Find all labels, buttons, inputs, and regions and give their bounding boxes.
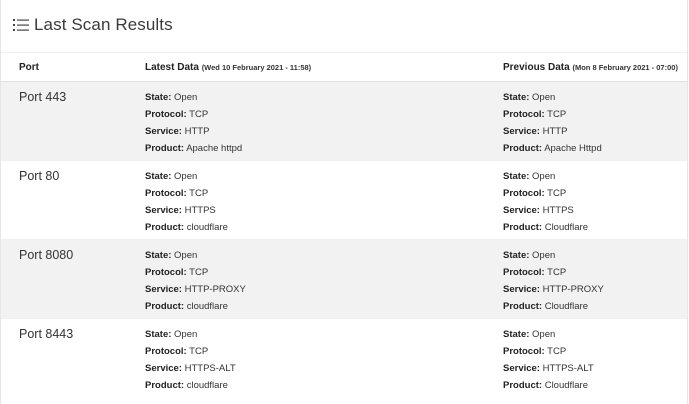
protocol-line: Protocol: TCP	[145, 267, 209, 278]
latest-data-cell: State: Open Protocol: TCP Service: HTTPS…	[132, 160, 491, 240]
latest-date: (Wed 10 February 2021 - 11:58)	[201, 62, 312, 72]
protocol-line: Protocol: TCP	[145, 109, 209, 120]
port-cell: Port 8080	[1, 239, 132, 319]
product-line: Product: Cloudflare	[503, 301, 589, 312]
service-line: Service: HTTP	[145, 126, 210, 137]
page-title: Last Scan Results	[34, 15, 173, 34]
table-row: Port 443 State: Open Protocol: TCP Servi…	[1, 81, 687, 161]
product-line: Product: cloudflare	[145, 222, 228, 233]
product-line: Product: Cloudflare	[503, 222, 589, 233]
table-row: Port 80 State: Open Protocol: TCP Servic…	[1, 160, 687, 240]
service-line: Service: HTTPS-ALT	[145, 363, 236, 374]
latest-data-cell: State: Open Protocol: TCP Service: HTTP …	[132, 81, 491, 161]
product-line: Product: cloudflare	[145, 301, 228, 312]
latest-data-cell: State: Open Protocol: TCP Service: HTTP-…	[132, 239, 491, 319]
state-line: State: Open	[503, 171, 556, 182]
product-line: Product: Apache httpd	[145, 143, 243, 154]
protocol-line: Protocol: TCP	[503, 267, 567, 278]
port-cell: Port 80	[1, 160, 132, 240]
state-line: State: Open	[503, 92, 556, 103]
state-line: State: Open	[145, 329, 198, 340]
product-line: Product: Apache Httpd	[503, 143, 602, 154]
latest-data-cell: State: Open Protocol: TCP Service: HTTPS…	[132, 318, 491, 397]
product-line: Product: Cloudflare	[503, 380, 589, 391]
state-line: State: Open	[503, 250, 556, 261]
table-row: Port 8080 State: Open Protocol: TCP Serv…	[1, 239, 687, 319]
state-line: State: Open	[145, 92, 198, 103]
table-header-row: Port Latest Data (Wed 10 February 2021 -…	[1, 53, 687, 82]
column-header-previous: Previous Data (Mon 8 February 2021 - 07:…	[491, 53, 687, 82]
service-line: Service: HTTPS	[503, 205, 574, 216]
protocol-line: Protocol: TCP	[503, 188, 567, 199]
protocol-line: Protocol: TCP	[145, 188, 209, 199]
column-header-latest: Latest Data (Wed 10 February 2021 - 11:5…	[132, 53, 491, 82]
state-line: State: Open	[145, 250, 198, 261]
previous-data-cell: State: Open Protocol: TCP Service: HTTP …	[491, 81, 687, 161]
protocol-line: Protocol: TCP	[503, 109, 567, 120]
port-cell: Port 443	[1, 81, 132, 161]
list-icon	[13, 19, 29, 31]
service-line: Service: HTTP-PROXY	[503, 284, 604, 295]
previous-data-cell: State: Open Protocol: TCP Service: HTTPS…	[491, 160, 687, 240]
service-line: Service: HTTP	[503, 126, 568, 137]
previous-data-cell: State: Open Protocol: TCP Service: HTTPS…	[491, 318, 687, 397]
service-line: Service: HTTP-PROXY	[145, 284, 246, 295]
service-line: Service: HTTPS	[145, 205, 216, 216]
protocol-line: Protocol: TCP	[503, 346, 567, 357]
previous-date: (Mon 8 February 2021 - 07:00)	[572, 62, 678, 72]
service-line: Service: HTTPS-ALT	[503, 363, 594, 374]
product-line: Product: cloudflare	[145, 380, 228, 391]
table-row: Port 8443 State: Open Protocol: TCP Serv…	[1, 318, 687, 397]
port-cell: Port 8443	[1, 318, 132, 397]
previous-data-cell: State: Open Protocol: TCP Service: HTTP-…	[491, 239, 687, 319]
state-line: State: Open	[145, 171, 198, 182]
scan-results-table: Port Latest Data (Wed 10 February 2021 -…	[1, 53, 687, 397]
card-header: Last Scan Results	[1, 0, 687, 53]
state-line: State: Open	[503, 329, 556, 340]
scan-results-card: Last Scan Results Port Latest Data (Wed …	[0, 0, 688, 404]
protocol-line: Protocol: TCP	[145, 346, 209, 357]
column-header-port: Port	[1, 53, 132, 82]
